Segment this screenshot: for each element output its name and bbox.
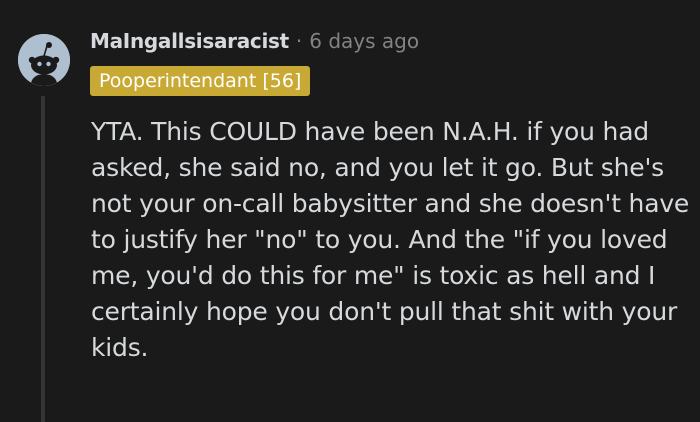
- comment-body: YTA. This COULD have been N.A.H. if you …: [91, 117, 690, 362]
- comment: MaIngallsisaracist · 6 days ago Pooperin…: [0, 0, 700, 422]
- comment-meta: MaIngallsisaracist · 6 days ago: [90, 26, 419, 56]
- user-flair: Pooperintendant [56]: [90, 66, 311, 96]
- comment-timestamp[interactable]: 6 days ago: [309, 29, 419, 53]
- username-link[interactable]: MaIngallsisaracist: [90, 29, 289, 53]
- snoo-avatar-icon: [18, 34, 70, 86]
- user-avatar[interactable]: [18, 34, 70, 86]
- meta-separator: ·: [295, 29, 303, 53]
- thread-collapse-line[interactable]: [41, 96, 45, 422]
